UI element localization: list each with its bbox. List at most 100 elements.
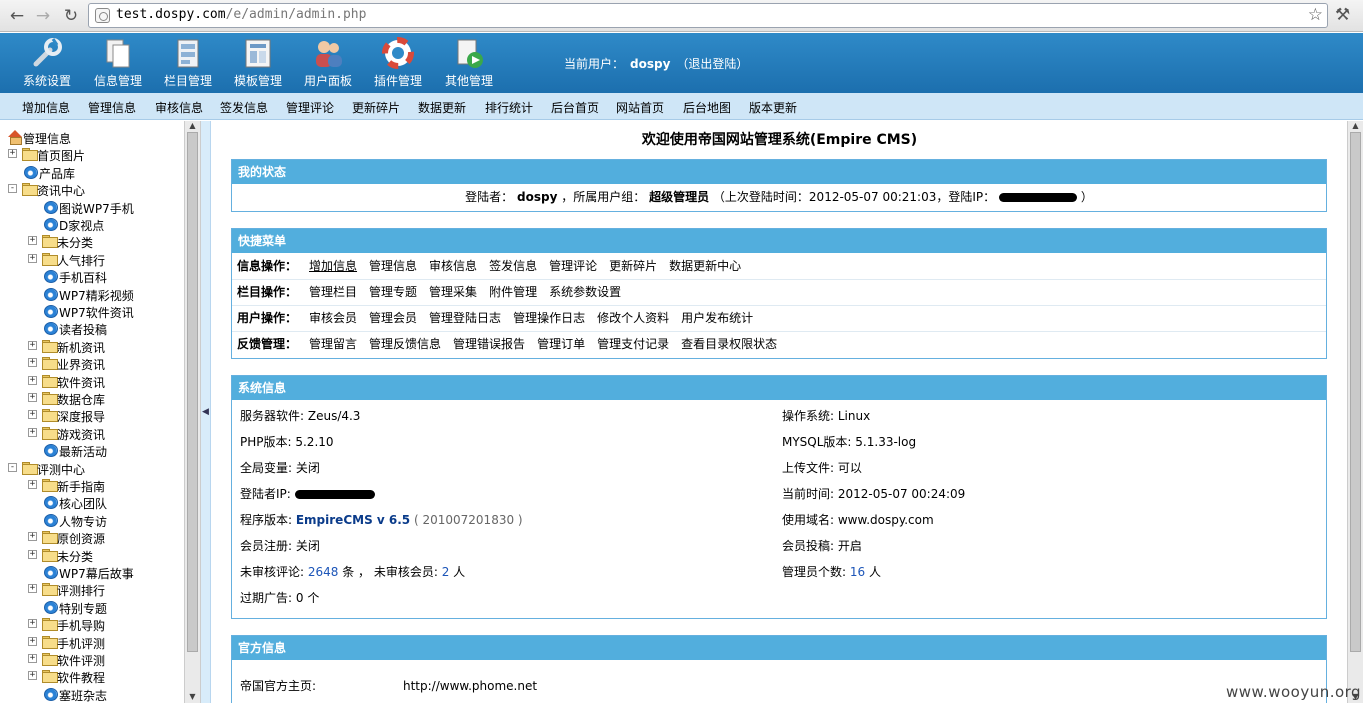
expand-icon[interactable]: + [28,427,37,437]
group-label: ，所属用户组： [561,190,646,204]
quick-menu-link[interactable]: 审核信息 [429,259,477,273]
main-scroll-thumb[interactable] [1350,132,1361,652]
expand-icon[interactable]: + [28,636,37,646]
expand-icon[interactable]: + [28,671,37,681]
quick-menu-link[interactable]: 管理采集 [429,285,477,299]
top-menu-wrench[interactable]: 系统设置 [12,33,82,93]
quick-menu-link[interactable]: 更新碎片 [609,259,657,273]
tree-item-label: 业界资讯 [57,358,106,373]
subnav-item[interactable]: 数据更新 [418,99,466,116]
top-menu-play-document[interactable]: 其他管理 [434,33,504,93]
quick-menu-link[interactable]: 用户发布统计 [681,311,753,325]
settings-wrench-icon[interactable]: ⚒ [1335,5,1350,25]
sys-row: 服务器软件: Zeus/4.3 操作系统: Linux [232,403,1326,429]
quick-menu-link[interactable]: 管理栏目 [309,285,357,299]
logout-link[interactable]: （退出登陆） [676,57,748,71]
quick-menu-link[interactable]: 签发信息 [489,259,537,273]
official-home-link[interactable]: http://www.phome.net [403,673,537,699]
collapse-icon[interactable]: - [8,184,17,194]
subnav-item[interactable]: 签发信息 [220,99,268,116]
subnav-item[interactable]: 增加信息 [22,99,70,116]
top-menu-column[interactable]: 栏目管理 [153,33,223,93]
scroll-down-icon[interactable]: ▼ [187,692,198,702]
subnav-item[interactable]: 审核信息 [155,99,203,116]
reload-icon[interactable]: ↻ [60,5,82,27]
subnav-item[interactable]: 更新碎片 [352,99,400,116]
top-menu-template[interactable]: 模板管理 [223,33,293,93]
subnav-item[interactable]: 管理评论 [286,99,334,116]
subnav-item[interactable]: 管理信息 [88,99,136,116]
quick-menu-link[interactable]: 审核会员 [309,311,357,325]
expand-icon[interactable]: + [28,393,37,402]
url-text[interactable]: test.dospy.com/e/admin/admin.php [116,7,366,22]
quick-menu-link[interactable]: 增加信息 [309,259,357,273]
expand-icon[interactable]: + [28,410,37,420]
status-row: 登陆者： dospy ，所属用户组： 超级管理员 （上次登陆时间：2012-05… [232,185,1326,211]
bookmark-star-icon[interactable]: ☆ [1308,5,1323,25]
quick-menu-link[interactable]: 管理专题 [369,285,417,299]
quick-menu-link[interactable]: 附件管理 [489,285,537,299]
subnav-item[interactable]: 版本更新 [749,99,797,116]
admin-count-value[interactable]: 16 [850,565,865,579]
quick-menu-link[interactable]: 数据更新中心 [669,259,741,273]
expand-icon[interactable]: + [28,340,37,350]
expand-icon[interactable]: + [28,358,37,368]
expand-icon[interactable]: + [28,619,37,629]
top-menu-lifebuoy[interactable]: 插件管理 [363,33,433,93]
collapse-left-icon[interactable]: ◀ [202,407,209,417]
quick-menu-link[interactable]: 系统参数设置 [549,285,621,299]
expand-icon[interactable]: + [28,654,37,663]
frame-splitter[interactable]: ◀ [201,121,211,703]
expand-icon[interactable]: + [8,149,17,159]
pending-members-unit: 人 [449,565,466,579]
scroll-up-icon[interactable]: ▲ [1350,121,1361,131]
expired-ads-count: 0 [295,591,304,605]
forward-arrow-icon[interactable]: → [32,5,54,27]
subnav-item[interactable]: 网站首页 [616,99,664,116]
quick-menu-link[interactable]: 管理信息 [369,259,417,273]
tree-item-label: 人气排行 [57,253,106,268]
expand-icon[interactable]: + [28,532,37,542]
tree-scrollbar[interactable]: ▲ ▼ [184,121,200,703]
program-version-value[interactable]: EmpireCMS v 6.5 [296,513,410,527]
expand-icon[interactable]: + [28,236,37,246]
quick-menu-link[interactable]: 管理登陆日志 [429,311,501,325]
quick-menu-link[interactable]: 管理错误报告 [453,337,525,351]
subnav-item[interactable]: 排行统计 [485,99,533,116]
address-bar[interactable]: test.dospy.com/e/admin/admin.php ☆ [88,3,1328,28]
quick-menu-link[interactable]: 管理留言 [309,337,357,351]
subnav-item[interactable]: 后台地图 [683,99,731,116]
expand-icon[interactable]: + [28,375,37,385]
pending-review: 未审核评论: 2648 条 ， 未审核会员: 2 人 [240,559,465,585]
back-arrow-icon[interactable]: ← [6,5,28,27]
top-menu-documents[interactable]: 信息管理 [83,33,153,93]
expand-icon[interactable]: + [28,253,37,263]
quick-menu-link[interactable]: 管理会员 [369,311,417,325]
main-scrollbar[interactable]: ▲ ▼ [1347,121,1363,703]
member-register: 会员注册: 关闭 [240,539,320,553]
scroll-up-icon[interactable]: ▲ [187,121,198,131]
expand-icon[interactable]: + [28,480,37,489]
quick-menu-link[interactable]: 管理评论 [549,259,597,273]
pending-comments-count[interactable]: 2648 [308,565,339,579]
tree-scroll-thumb[interactable] [187,132,198,652]
browser-toolbar: ← → ↻ test.dospy.com/e/admin/admin.php ☆… [0,0,1363,32]
tree-item-label: 原创资源 [57,532,106,547]
documents-icon [106,39,130,68]
quick-menu-link[interactable]: 管理订单 [537,337,585,351]
folder-icon [42,374,58,388]
expand-icon[interactable]: + [28,549,37,559]
subnav-item[interactable]: 后台首页 [551,99,599,116]
admin-count-label: 管理员个数: [782,565,850,579]
login-user: dospy [517,190,558,204]
quick-menu-link[interactable]: 查看目录权限状态 [681,337,777,351]
quick-menu-link[interactable]: 管理操作日志 [513,311,585,325]
top-menu-users[interactable]: 用户面板 [293,33,363,93]
quick-menu-link[interactable]: 管理支付记录 [597,337,669,351]
folder-icon [42,426,58,440]
quick-menu-link[interactable]: 管理反馈信息 [369,337,441,351]
official-info-title: 官方信息 [232,636,1326,661]
expand-icon[interactable]: + [28,584,37,594]
quick-menu-link[interactable]: 修改个人资料 [597,311,669,325]
collapse-icon[interactable]: - [8,462,17,472]
